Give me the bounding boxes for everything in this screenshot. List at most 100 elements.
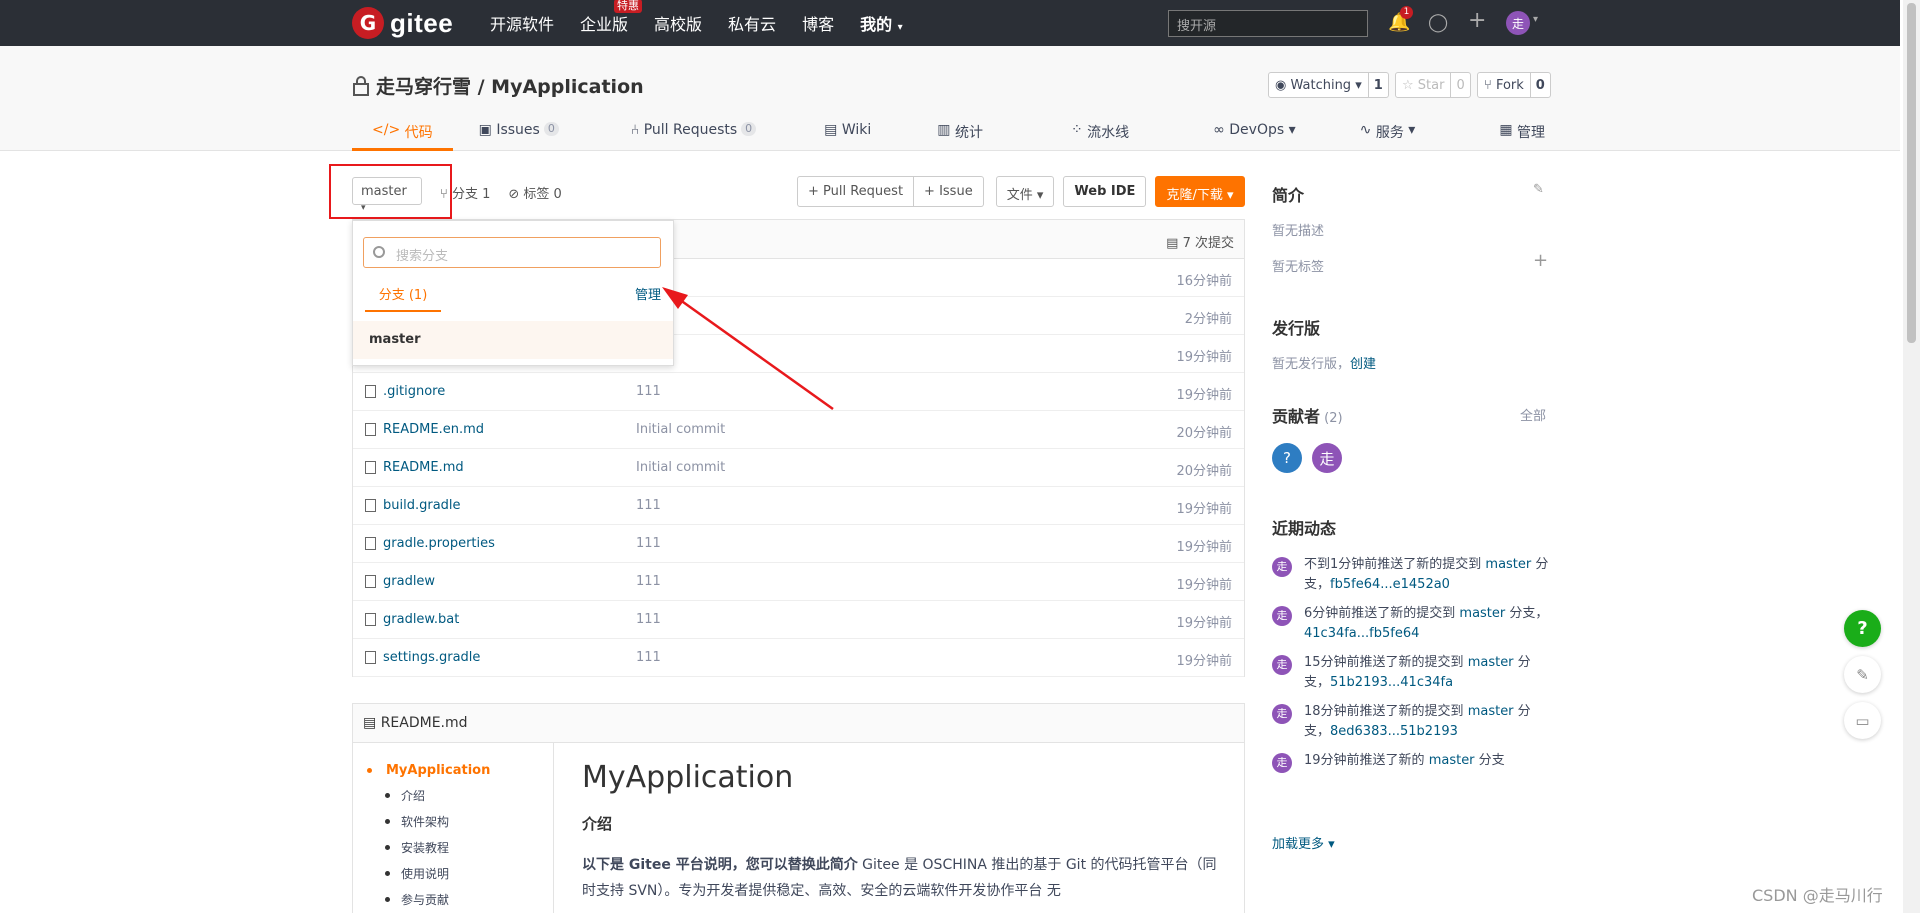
load-more-link[interactable]: 加载更多 ▾ <box>1272 833 1335 852</box>
file-link[interactable]: README.md <box>365 460 464 475</box>
file-link[interactable]: settings.gradle <box>365 650 480 665</box>
toc-item[interactable]: 使用说明 <box>367 865 539 882</box>
star-count[interactable]: 0 <box>1451 78 1469 93</box>
code-icon: </> <box>372 122 405 138</box>
new-pull-request-button[interactable]: + Pull Request <box>797 176 915 207</box>
table-row[interactable]: gradlew 111 19分钟前 <box>353 563 1244 601</box>
tab-issues[interactable]: ▣ Issues 0 <box>465 114 573 151</box>
file-link[interactable]: gradlew <box>365 574 435 589</box>
table-row[interactable]: README.en.md Initial commit 20分钟前 <box>353 411 1244 449</box>
commit-count-link[interactable]: ▤ 7 次提交 <box>1166 232 1234 251</box>
tab-wiki[interactable]: ▤ Wiki <box>810 114 885 151</box>
activity-avatar[interactable]: 走 <box>1272 753 1292 773</box>
activity-commit-range-link[interactable]: fb5fe64...e1452a0 <box>1330 577 1450 592</box>
chat-icon[interactable]: ▭ <box>1844 702 1881 739</box>
table-row[interactable]: README.md Initial commit 20分钟前 <box>353 449 1244 487</box>
activity-avatar[interactable]: 走 <box>1272 557 1292 577</box>
commit-time: 19分钟前 <box>1176 388 1232 403</box>
activity-branch-link[interactable]: master <box>1468 655 1514 670</box>
activity-commit-range-link[interactable]: 8ed6383...51b2193 <box>1330 724 1458 739</box>
toc-item[interactable]: MyApplication <box>367 763 539 778</box>
tab-pipeline[interactable]: ⁘ 流水线 <box>1057 114 1143 151</box>
commit-message[interactable]: 111 <box>636 650 661 665</box>
clone-download-button[interactable]: 克隆/下载 ▾ <box>1155 176 1245 207</box>
new-issue-button[interactable]: + Issue <box>914 176 984 207</box>
toc-item[interactable]: 安装教程 <box>367 839 539 856</box>
tab-code[interactable]: </> 代码 <box>352 114 453 151</box>
user-avatar[interactable]: 走 <box>1506 11 1530 35</box>
commit-message[interactable]: 111 <box>636 536 661 551</box>
create-release-link[interactable]: 创建 <box>1350 357 1376 372</box>
issues-icon: ▣ <box>478 122 497 138</box>
nav-enterprise[interactable]: 企业版 特惠 <box>580 0 643 35</box>
activity-branch-link[interactable]: master <box>1429 753 1475 768</box>
web-ide-button[interactable]: Web IDE <box>1063 176 1147 207</box>
gitee-logo[interactable]: G gitee <box>352 7 453 39</box>
location-icon[interactable]: ◯ <box>1428 12 1448 33</box>
fork-count[interactable]: 0 <box>1531 78 1550 93</box>
table-row[interactable]: gradlew.bat 111 19分钟前 <box>353 601 1244 639</box>
add-tag-icon[interactable]: + <box>1533 250 1548 271</box>
branch-option-master[interactable]: master <box>353 321 673 359</box>
commit-message[interactable]: 111 <box>636 612 661 627</box>
toc-item[interactable]: 软件架构 <box>367 813 539 830</box>
table-row[interactable]: settings.gradle 111 19分钟前 <box>353 639 1244 677</box>
tab-stats[interactable]: ▥ 统计 <box>923 114 997 151</box>
branch-count-link[interactable]: ⑂ 分支 1 <box>440 183 490 202</box>
help-button[interactable]: ? <box>1844 610 1881 647</box>
file-link[interactable]: gradlew.bat <box>365 612 459 627</box>
file-menu-button[interactable]: 文件 ▾ <box>995 176 1055 207</box>
tab-manage[interactable]: ▦ 管理 <box>1485 114 1559 151</box>
search-input[interactable]: 搜开源 <box>1168 10 1368 37</box>
repo-name-link[interactable]: 走马穿行雪 / MyApplication <box>376 72 644 99</box>
commit-message[interactable]: Initial commit <box>636 422 725 437</box>
scrollbar[interactable] <box>1903 0 1920 913</box>
activity-branch-link[interactable]: master <box>1485 557 1531 572</box>
feedback-edit-icon[interactable]: ✎ <box>1844 656 1881 693</box>
activity-avatar[interactable]: 走 <box>1272 655 1292 675</box>
commit-message[interactable]: 111 <box>636 384 661 399</box>
plus-icon[interactable]: + <box>1468 8 1486 33</box>
activity-text: 不到1分钟前推送了新的提交到 master 分支，fb5fe64...e1452… <box>1304 555 1549 595</box>
commit-message[interactable]: Initial commit <box>636 460 725 475</box>
scrollbar-thumb[interactable] <box>1907 3 1916 343</box>
toc-item[interactable]: 参与贡献 <box>367 891 539 908</box>
contributor-avatar[interactable]: 走 <box>1312 443 1342 473</box>
star-button[interactable]: ☆ Star <box>1396 73 1452 97</box>
nav-blog[interactable]: 博客 <box>802 11 834 35</box>
activity-commit-range-link[interactable]: 51b2193...41c34fa <box>1330 675 1453 690</box>
watch-button[interactable]: ◉ Watching ▾ <box>1269 73 1369 97</box>
fork-button[interactable]: ⑂ Fork <box>1478 73 1531 97</box>
nav-university[interactable]: 高校版 <box>654 11 702 35</box>
nav-mine[interactable]: 我的 ▾ <box>860 11 903 35</box>
activity-branch-link[interactable]: master <box>1459 606 1505 621</box>
star-button-group: ☆ Star 0 <box>1395 72 1471 98</box>
file-link[interactable]: build.gradle <box>365 498 461 513</box>
activity-commit-range-link[interactable]: 41c34fa...fb5fe64 <box>1304 626 1419 641</box>
file-link[interactable]: .gitignore <box>365 384 445 399</box>
edit-icon[interactable]: ✎ <box>1533 182 1544 197</box>
all-contributors-link[interactable]: 全部 <box>1520 405 1546 424</box>
toc-item[interactable]: 介绍 <box>367 787 539 804</box>
branch-search-input[interactable]: 搜索分支 <box>363 237 661 268</box>
activity-branch-link[interactable]: master <box>1468 704 1514 719</box>
commit-message[interactable]: 111 <box>636 574 661 589</box>
watch-count[interactable]: 1 <box>1369 78 1388 93</box>
tab-devops[interactable]: ∞ DevOps ▾ <box>1199 114 1310 151</box>
nav-private-cloud[interactable]: 私有云 <box>728 11 776 35</box>
table-row[interactable]: gradle.properties 111 19分钟前 <box>353 525 1244 563</box>
file-link[interactable]: README.en.md <box>365 422 484 437</box>
dropdown-tab-branches[interactable]: 分支 (1) <box>365 284 441 312</box>
commit-message[interactable]: 111 <box>636 498 661 513</box>
table-row[interactable]: build.gradle 111 19分钟前 <box>353 487 1244 525</box>
caret-down-icon[interactable]: ▾ <box>1533 14 1538 25</box>
contributor-avatar[interactable]: ? <box>1272 443 1302 473</box>
file-link[interactable]: gradle.properties <box>365 536 495 551</box>
tag-count-link[interactable]: ⊘ 标签 0 <box>508 183 561 202</box>
tab-pull-requests[interactable]: ⑃ Pull Requests 0 <box>617 114 770 151</box>
nav-open-source[interactable]: 开源软件 <box>490 11 554 35</box>
activity-avatar[interactable]: 走 <box>1272 606 1292 626</box>
activity-avatar[interactable]: 走 <box>1272 704 1292 724</box>
tab-services[interactable]: ∿ 服务 ▾ <box>1346 114 1430 151</box>
manage-branches-link[interactable]: 管理 <box>635 284 661 303</box>
